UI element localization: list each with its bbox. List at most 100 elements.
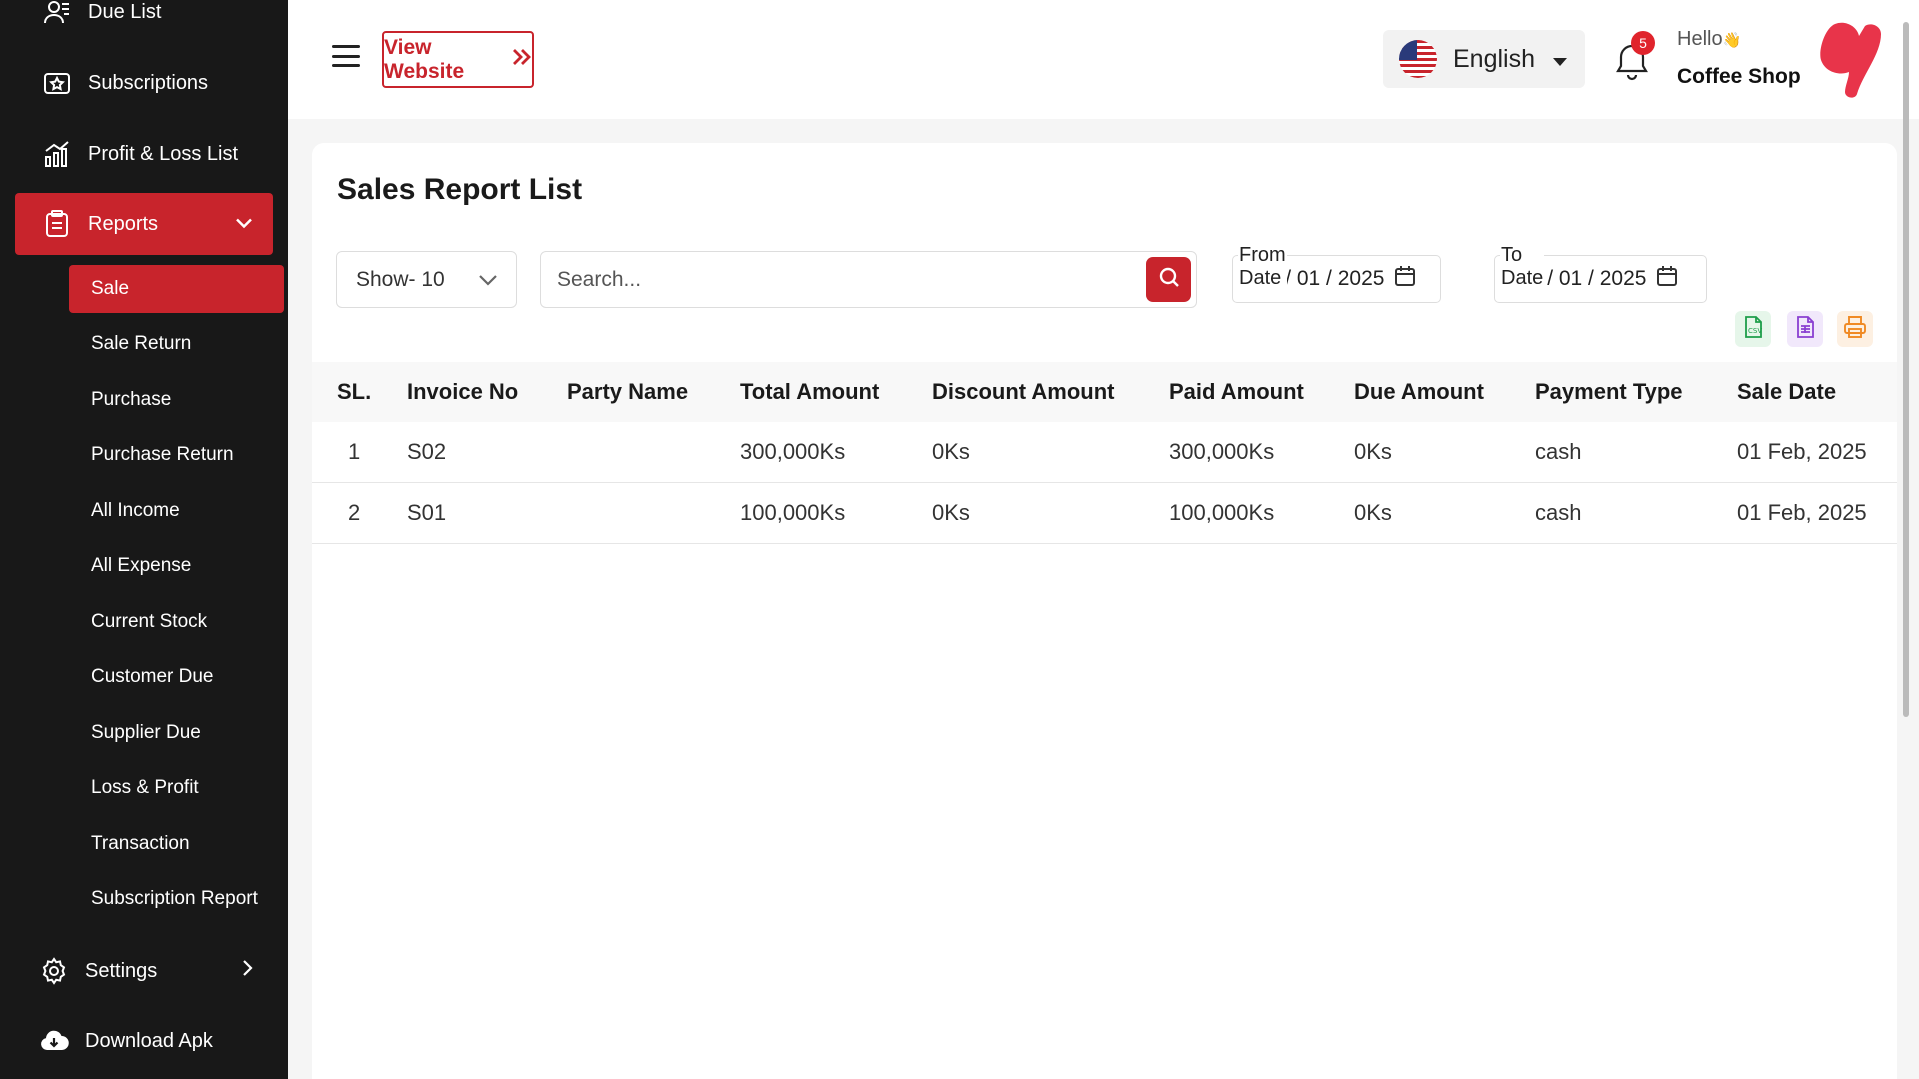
gear-icon [39,956,69,986]
show-entries-value: Show- 10 [356,267,445,291]
column-header[interactable]: Sale Date [1737,362,1836,422]
sidebar-item-label: Due List [88,0,162,23]
subitem-label: Supplier Due [91,722,201,743]
sales-report-table: SL. Invoice No Party Name Total Amount D… [312,362,1897,544]
sidebar-item-reports[interactable]: Reports [15,193,273,255]
column-header[interactable]: Invoice No [407,362,518,422]
cloud-download-icon [39,1026,69,1056]
sidebar-subitem-loss-profit[interactable]: Loss & Profit [69,764,284,812]
sidebar-subitem-sale[interactable]: Sale [69,265,284,313]
to-date-label: To Date [1500,244,1545,290]
csv-export-icon: CSV [1741,315,1765,344]
cell-total-amount: 100,000Ks [740,500,846,525]
print-icon [1843,315,1867,344]
table-row[interactable]: 1 S02 300,000Ks 0Ks 300,000Ks 0Ks cash 0… [312,422,1897,483]
sidebar-item-subscriptions[interactable]: Subscriptions [15,52,273,114]
subitem-label: Loss & Profit [91,777,199,798]
column-header[interactable]: Total Amount [740,362,879,422]
cell-due-amount: 0Ks [1354,439,1392,464]
double-chevron-right-icon [512,48,532,72]
subitem-label: All Expense [91,555,192,576]
cell-due-amount: 0Ks [1354,500,1392,525]
chevron-right-icon [241,959,253,983]
subitem-label: Current Stock [91,611,208,632]
sidebar-subitem-subscription-report[interactable]: Subscription Report [69,875,284,923]
column-header[interactable]: Discount Amount [932,362,1115,422]
language-label: English [1453,44,1535,73]
print-button[interactable] [1837,311,1873,347]
column-header[interactable]: Paid Amount [1169,362,1304,422]
greeting-text: Hello👋 [1677,28,1742,50]
cell-paid-amount: 300,000Ks [1169,439,1275,464]
cell-sl: 1 [348,439,361,464]
column-header[interactable]: Payment Type [1535,362,1683,422]
caret-down-icon [1553,45,1567,74]
search-input[interactable] [541,252,1101,307]
search-box [540,251,1197,308]
table-header-row: SL. Invoice No Party Name Total Amount D… [312,362,1897,422]
sidebar-item-label: Download Apk [85,1029,213,1052]
sidebar-subitem-purchase[interactable]: Purchase [69,376,284,424]
cell-sale-date: 01 Feb, 2025 [1737,439,1867,464]
sidebar-item-label: Profit & Loss List [88,142,239,165]
sidebar-item-profit-loss-list[interactable]: Profit & Loss List [15,123,273,185]
cell-discount-amount: 0Ks [932,500,970,525]
subitem-label: Subscription Report [91,888,258,909]
excel-export-icon [1793,315,1817,344]
subscription-icon [42,68,72,98]
column-header[interactable]: SL. [337,362,371,422]
page-title: Sales Report List [337,173,583,206]
column-header[interactable]: Due Amount [1354,362,1484,422]
calendar-icon[interactable] [1656,265,1678,293]
cell-discount-amount: 0Ks [932,439,970,464]
sidebar-subitem-sale-return[interactable]: Sale Return [69,320,284,368]
subitem-label: All Income [91,500,180,521]
sidebar-subitem-all-expense[interactable]: All Expense [69,542,284,590]
subitem-label: Sale Return [91,333,192,354]
cell-sl: 2 [348,500,361,525]
sidebar-item-download-apk[interactable]: Download Apk [15,1010,273,1072]
view-website-label: View Website [384,35,465,83]
search-button[interactable] [1146,257,1191,302]
notification-badge: 5 [1631,31,1655,55]
top-header: View Website English 5 Hello👋 Coffee Sho… [288,0,1919,119]
sidebar-item-due-list[interactable]: Due List [15,0,273,43]
sidebar-subitem-all-income[interactable]: All Income [69,487,284,535]
sidebar-subitem-purchase-return[interactable]: Purchase Return [69,431,284,479]
show-entries-select[interactable]: Show- 10 [336,251,517,308]
sidebar: Due List Subscriptions Profit & Loss Lis… [0,0,288,1079]
subitem-label: Purchase [91,389,172,410]
language-selector[interactable]: English [1383,30,1585,88]
svg-text:CSV: CSV [1748,327,1762,335]
excel-export-button[interactable] [1787,311,1823,347]
subitem-label: Purchase Return [91,444,234,465]
user-list-icon [42,0,72,27]
calendar-icon[interactable] [1394,265,1416,293]
cell-invoice-no: S02 [407,439,447,464]
cell-paid-amount: 100,000Ks [1169,500,1275,525]
from-date-label: From Date [1238,244,1287,290]
cell-sale-date: 01 Feb, 2025 [1737,500,1867,525]
search-icon [1158,266,1180,293]
sidebar-subitem-current-stock[interactable]: Current Stock [69,598,284,646]
page-scrollbar[interactable] [1903,22,1909,717]
chart-icon [42,139,72,169]
sidebar-item-label: Settings [85,959,158,982]
chevron-down-icon [235,213,253,236]
subitem-label: Customer Due [91,666,214,687]
cell-total-amount: 300,000Ks [740,439,846,464]
hamburger-menu-icon[interactable] [332,45,360,67]
sidebar-subitem-transaction[interactable]: Transaction [69,820,284,868]
sidebar-subitem-supplier-due[interactable]: Supplier Due [69,709,284,757]
sidebar-item-settings[interactable]: Settings [15,940,273,1002]
report-icon [42,209,72,239]
cell-payment-type: cash [1535,439,1582,464]
csv-export-button[interactable]: CSV [1735,311,1771,347]
view-website-button[interactable]: View Website [382,31,534,88]
brand-logo[interactable] [1815,20,1887,98]
table-row[interactable]: 2 S01 100,000Ks 0Ks 100,000Ks 0Ks cash 0… [312,483,1897,544]
us-flag-icon [1399,40,1437,78]
column-header[interactable]: Party Name [567,362,688,422]
sidebar-subitem-customer-due[interactable]: Customer Due [69,653,284,701]
sales-report-card: Sales Report List Show- 10 01 / 01 / 202… [312,143,1897,1079]
